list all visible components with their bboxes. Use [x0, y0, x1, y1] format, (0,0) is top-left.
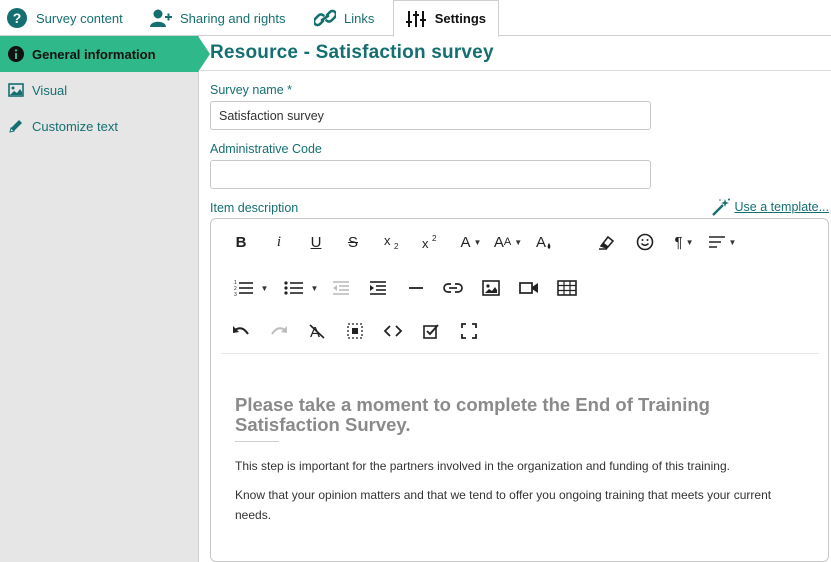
bold-button[interactable]: B — [233, 231, 249, 253]
sidebar: General information Visual Customize tex… — [0, 36, 210, 562]
subscript-button[interactable]: x2 — [383, 231, 403, 253]
item-description-label: Item description — [210, 201, 299, 215]
tab-survey-content[interactable]: ? Survey content — [6, 0, 123, 36]
rich-text-editor: B i U S x2 x2 A ▼ A A ▼ A ¶ ▼ ▼ 1 2 3 ▼ ▼ — [210, 218, 829, 562]
user-plus-icon — [150, 7, 172, 29]
svg-text:2: 2 — [394, 242, 399, 250]
sidebar-item-label: Visual — [32, 82, 68, 98]
spellcheck-button[interactable] — [421, 320, 441, 342]
question-circle-icon: ? — [6, 7, 28, 29]
administrative-code-input[interactable] — [210, 160, 651, 189]
page-title: Resource - Satisfaction survey — [210, 42, 494, 63]
survey-name-label: Survey name * — [210, 83, 292, 97]
magic-wand-icon — [711, 198, 731, 216]
content-divider — [235, 441, 279, 442]
align-button[interactable]: ▼ — [707, 231, 737, 253]
survey-name-input[interactable] — [210, 101, 651, 130]
svg-text:x: x — [422, 236, 429, 250]
toolbar-divider — [221, 353, 819, 354]
undo-button[interactable] — [231, 320, 251, 342]
sidebar-item-label: General information — [32, 46, 156, 62]
tab-label: Survey content — [36, 10, 123, 26]
tab-sharing-and-rights[interactable]: Sharing and rights — [150, 0, 286, 36]
italic-button[interactable]: i — [272, 231, 286, 253]
svg-text:?: ? — [13, 10, 22, 26]
pencil-icon — [8, 118, 24, 134]
tab-bar: ? Survey content Sharing and rights Link… — [0, 0, 831, 37]
clear-formatting-button[interactable]: A — [307, 320, 327, 342]
sliders-icon — [406, 8, 427, 30]
use-template-link[interactable]: Use a template... — [711, 198, 830, 216]
redo-button[interactable] — [269, 320, 289, 342]
fullscreen-button[interactable] — [459, 320, 479, 342]
insert-video-button[interactable] — [519, 277, 539, 299]
indent-button[interactable] — [368, 277, 388, 299]
administrative-code-label: Administrative Code — [210, 142, 322, 156]
font-size-button[interactable]: A A ▼ — [491, 231, 525, 253]
svg-text:A: A — [536, 234, 546, 251]
svg-text:2: 2 — [432, 234, 437, 243]
sidebar-item-customize-text[interactable]: Customize text — [0, 108, 198, 144]
sidebar-item-general-information[interactable]: General information — [0, 36, 210, 72]
content-heading[interactable]: Please take a moment to complete the End… — [235, 395, 795, 435]
tab-label: Links — [344, 10, 375, 26]
content-paragraph[interactable]: This step is important for the partners … — [235, 456, 810, 476]
emoticons-button[interactable] — [635, 231, 655, 253]
code-view-button[interactable] — [383, 320, 403, 342]
insert-image-button[interactable] — [481, 277, 501, 299]
sidebar-item-label: Customize text — [32, 118, 118, 134]
underline-button[interactable]: U — [308, 231, 324, 253]
tab-label: Settings — [434, 11, 486, 26]
strikethrough-button[interactable]: S — [345, 231, 361, 253]
use-template-label: Use a template... — [734, 200, 830, 214]
tab-label: Sharing and rights — [180, 10, 286, 26]
info-circle-icon — [8, 46, 24, 62]
paragraph-format-button[interactable]: ¶ ▼ — [670, 231, 698, 253]
fill-color-button[interactable]: A — [534, 231, 554, 253]
link-icon — [314, 7, 336, 29]
svg-text:3: 3 — [234, 292, 237, 296]
divider — [200, 70, 831, 71]
unordered-list-button[interactable]: ▼ — [281, 277, 321, 299]
select-all-button[interactable] — [345, 320, 365, 342]
sidebar-item-visual[interactable]: Visual — [0, 72, 198, 108]
ordered-list-button[interactable]: 1 2 3 ▼ — [231, 277, 271, 299]
insert-table-button[interactable] — [557, 277, 577, 299]
horizontal-line-button[interactable] — [406, 277, 426, 299]
outdent-button[interactable] — [331, 277, 351, 299]
svg-text:x: x — [384, 234, 391, 248]
image-icon — [8, 82, 24, 98]
tab-settings[interactable]: Settings — [393, 0, 499, 37]
tab-links[interactable]: Links — [314, 0, 374, 36]
insert-link-button[interactable] — [443, 277, 463, 299]
content-paragraph[interactable]: Know that your opinion matters and that … — [235, 485, 810, 525]
superscript-button[interactable]: x2 — [421, 231, 441, 253]
font-color-button[interactable]: A ▼ — [457, 231, 485, 253]
clear-format-button[interactable] — [597, 231, 617, 253]
